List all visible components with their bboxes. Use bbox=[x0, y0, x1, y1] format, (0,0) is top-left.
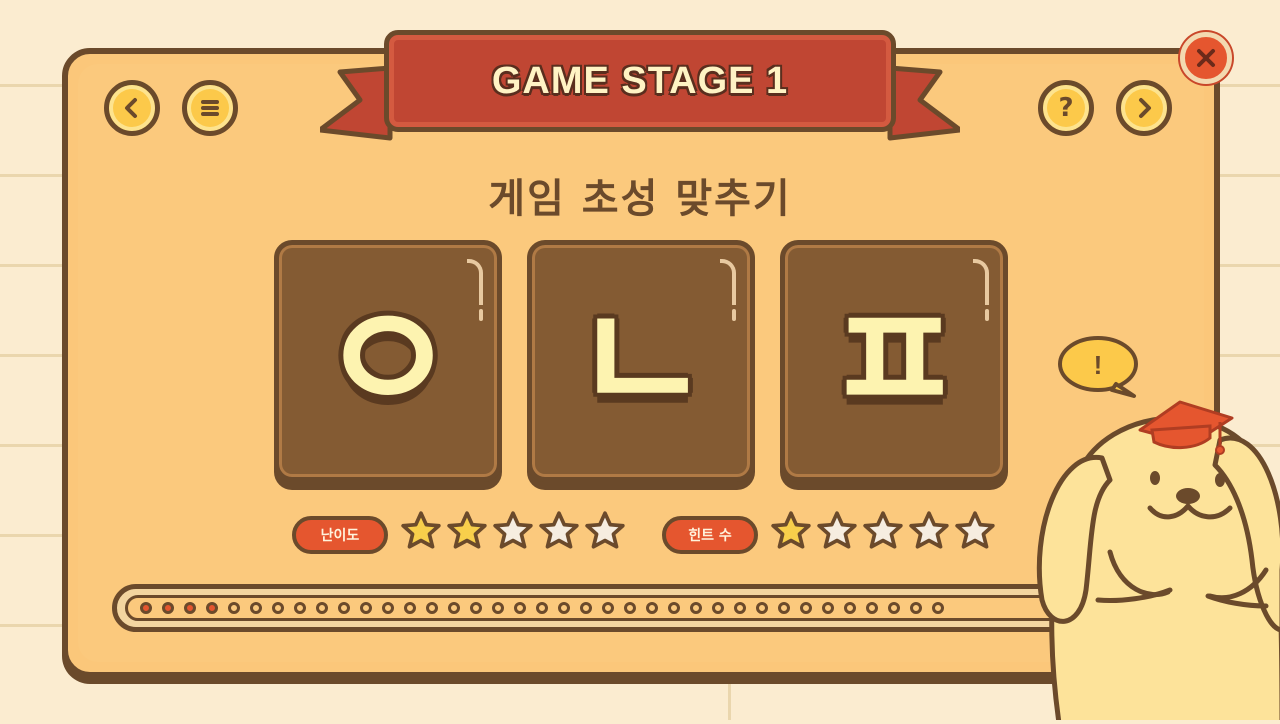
difficulty-badge: 난이도 bbox=[292, 516, 388, 554]
progress-dot bbox=[382, 602, 394, 614]
progress-dot bbox=[338, 602, 350, 614]
difficulty-star-empty-icon bbox=[538, 510, 580, 556]
menu-icon bbox=[201, 100, 219, 116]
progress-dot bbox=[844, 602, 856, 614]
progress-dot bbox=[426, 602, 438, 614]
progress-dot bbox=[272, 602, 284, 614]
progress-dot bbox=[448, 602, 460, 614]
progress-dot bbox=[536, 602, 548, 614]
progress-dot bbox=[294, 602, 306, 614]
hints-badge: 힌트 수 bbox=[662, 516, 758, 554]
progress-dot bbox=[492, 602, 504, 614]
progress-dot-complete bbox=[206, 602, 218, 614]
progress-dot bbox=[910, 602, 922, 614]
progress-dot bbox=[250, 602, 262, 614]
progress-dot bbox=[888, 602, 900, 614]
difficulty-star-filled-icon bbox=[400, 510, 442, 556]
tile-letter: ㅇ bbox=[318, 274, 457, 448]
progress-dot bbox=[866, 602, 878, 614]
hint-star-empty-icon bbox=[908, 510, 950, 556]
help-icon: ? bbox=[1058, 93, 1074, 123]
hint-star-filled-icon bbox=[770, 510, 812, 556]
letter-tile[interactable]: ㅍ bbox=[780, 240, 1008, 482]
tile-letter: ㄴ bbox=[571, 274, 710, 448]
hint-star-empty-icon bbox=[954, 510, 996, 556]
progress-dot bbox=[822, 602, 834, 614]
tile-letter: ㅍ bbox=[824, 274, 963, 448]
progress-dot-complete bbox=[162, 602, 174, 614]
difficulty-star-filled-icon bbox=[446, 510, 488, 556]
progress-dot-complete bbox=[140, 602, 152, 614]
progress-dot bbox=[360, 602, 372, 614]
progress-dot bbox=[558, 602, 570, 614]
speech-bubble: ! bbox=[1058, 336, 1138, 398]
progress-dot bbox=[734, 602, 746, 614]
hint-star-empty-icon bbox=[862, 510, 904, 556]
progress-dot bbox=[646, 602, 658, 614]
progress-dot bbox=[624, 602, 636, 614]
letter-tile[interactable]: ㅇ bbox=[274, 240, 502, 482]
back-button[interactable] bbox=[104, 80, 160, 136]
close-icon bbox=[1197, 49, 1215, 67]
progress-dot-complete bbox=[184, 602, 196, 614]
progress-dot bbox=[602, 602, 614, 614]
stage-progress-bar bbox=[112, 584, 1102, 632]
difficulty-stars bbox=[400, 510, 626, 556]
progress-dot bbox=[316, 602, 328, 614]
progress-dot bbox=[712, 602, 724, 614]
difficulty-star-empty-icon bbox=[584, 510, 626, 556]
menu-button[interactable] bbox=[182, 80, 238, 136]
progress-dot bbox=[756, 602, 768, 614]
difficulty-star-empty-icon bbox=[492, 510, 534, 556]
chevron-right-icon bbox=[1139, 98, 1151, 118]
next-button[interactable] bbox=[1116, 80, 1172, 136]
progress-dot bbox=[932, 602, 944, 614]
title-banner: GAME STAGE 1 bbox=[384, 30, 896, 132]
progress-dot bbox=[668, 602, 680, 614]
puzzle-subtitle: 게임 초성 맞추기 bbox=[488, 176, 792, 222]
title-ribbon: GAME STAGE 1 bbox=[320, 30, 960, 150]
progress-dot bbox=[514, 602, 526, 614]
svg-text:!: ! bbox=[1094, 350, 1103, 380]
hints-label: 힌트 수 bbox=[688, 528, 732, 544]
progress-dot bbox=[228, 602, 240, 614]
difficulty-label: 난이도 bbox=[320, 528, 360, 544]
letter-tile[interactable]: ㄴ bbox=[527, 240, 755, 482]
chevron-left-icon bbox=[125, 98, 137, 118]
hint-stars bbox=[770, 510, 996, 556]
hint-star-empty-icon bbox=[816, 510, 858, 556]
progress-dot bbox=[580, 602, 592, 614]
progress-dot bbox=[778, 602, 790, 614]
progress-dot bbox=[404, 602, 416, 614]
close-button[interactable] bbox=[1180, 32, 1232, 84]
mascot-dog: ! bbox=[1020, 330, 1280, 724]
progress-dot bbox=[470, 602, 482, 614]
progress-dot bbox=[800, 602, 812, 614]
progress-dot bbox=[690, 602, 702, 614]
help-button[interactable]: ? bbox=[1038, 80, 1094, 136]
stage-title: GAME STAGE 1 bbox=[491, 59, 789, 102]
